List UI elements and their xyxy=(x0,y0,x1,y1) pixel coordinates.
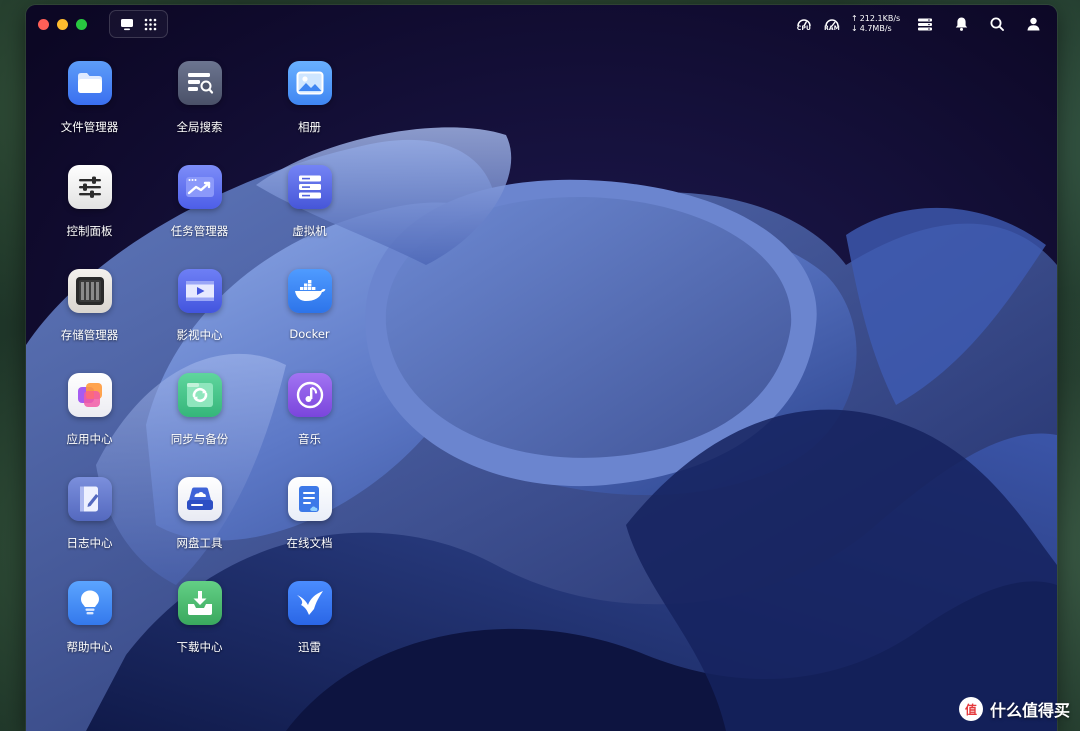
global-search-icon xyxy=(177,61,222,105)
app-cloud-drive[interactable]: 网盘工具 xyxy=(162,477,237,581)
app-label: 虚拟机 xyxy=(292,224,327,238)
app-download-center[interactable]: 下载中心 xyxy=(162,581,237,685)
upload-arrow-icon: ↑ xyxy=(851,14,858,23)
search-icon[interactable] xyxy=(987,14,1007,34)
app-music[interactable]: 音乐 xyxy=(272,373,347,477)
bell-icon[interactable] xyxy=(951,14,971,34)
minimize-button[interactable] xyxy=(57,18,68,30)
download-arrow-icon: ↓ xyxy=(851,24,858,33)
music-note-icon xyxy=(287,373,332,417)
app-task-manager[interactable]: 任务管理器 xyxy=(162,165,237,269)
docker-whale-icon xyxy=(287,269,332,313)
app-sync-backup[interactable]: 同步与备份 xyxy=(162,373,237,477)
app-control-panel[interactable]: 控制面板 xyxy=(52,165,127,269)
app-app-center[interactable]: 应用中心 xyxy=(52,373,127,477)
app-label: 下载中心 xyxy=(176,640,223,654)
app-label: 文件管理器 xyxy=(60,120,119,134)
app-storage-manager[interactable]: 存储管理器 xyxy=(52,269,127,373)
cloud-drive-icon xyxy=(177,477,222,521)
ram-gauge[interactable]: RAM xyxy=(823,17,841,32)
app-photo-album[interactable]: 相册 xyxy=(272,61,347,165)
system-status: CPU RAM ↑ 212.1KB/s ↓ 4.7MB/s xyxy=(795,14,1043,34)
watermark-logo: 值 xyxy=(958,697,983,721)
sync-icon xyxy=(177,373,222,417)
app-label: 日志中心 xyxy=(66,536,113,550)
app-docker[interactable]: Docker xyxy=(272,269,347,373)
app-label: 同步与备份 xyxy=(170,432,229,446)
watermark: 值 什么值得买 xyxy=(958,697,1070,721)
sliders-icon xyxy=(67,165,112,209)
app-global-search[interactable]: 全局搜索 xyxy=(162,61,237,165)
trend-chart-icon xyxy=(177,165,222,209)
server-stack-icon xyxy=(287,165,332,209)
upload-speed: 212.1KB/s xyxy=(859,14,901,23)
app-label: 应用中心 xyxy=(66,432,113,446)
window-controls xyxy=(38,18,87,30)
app-thunder[interactable]: 迅雷 xyxy=(272,581,347,685)
app-virtual-machine[interactable]: 虚拟机 xyxy=(272,165,347,269)
app-label: 控制面板 xyxy=(66,224,113,238)
video-play-icon xyxy=(177,269,222,313)
app-label: 全局搜索 xyxy=(176,120,223,134)
app-grid: 文件管理器 全局搜索 相册 控制面板 任务管理器 虚拟机 存储管理器 影视中心 … xyxy=(52,61,347,685)
top-bar: CPU RAM ↑ 212.1KB/s ↓ 4.7MB/s xyxy=(26,5,1057,43)
network-speed[interactable]: ↑ 212.1KB/s ↓ 4.7MB/s xyxy=(851,14,901,34)
cpu-gauge[interactable]: CPU xyxy=(795,17,813,32)
download-tray-icon xyxy=(177,581,222,625)
app-label: 任务管理器 xyxy=(170,224,229,238)
app-label: 相册 xyxy=(298,120,321,134)
ram-label: RAM xyxy=(824,24,840,32)
app-grid-icon[interactable] xyxy=(144,18,157,31)
zoom-button[interactable] xyxy=(76,18,87,30)
app-online-docs[interactable]: 在线文档 xyxy=(272,477,347,581)
storage-bays-icon xyxy=(67,269,112,313)
photo-album-icon xyxy=(287,61,332,105)
desktop-window: CPU RAM ↑ 212.1KB/s ↓ 4.7MB/s 文件管理器 全局搜索… xyxy=(26,5,1057,731)
user-icon[interactable] xyxy=(1023,14,1043,34)
log-pen-icon xyxy=(67,477,112,521)
app-label: 迅雷 xyxy=(298,640,321,654)
cpu-label: CPU xyxy=(796,24,812,32)
app-label: 在线文档 xyxy=(286,536,333,550)
download-speed: 4.7MB/s xyxy=(859,24,892,33)
lightbulb-icon xyxy=(67,581,112,625)
app-video-center[interactable]: 影视中心 xyxy=(162,269,237,373)
app-label: 存储管理器 xyxy=(60,328,119,342)
watermark-text: 什么值得买 xyxy=(989,701,1070,720)
thunder-bird-icon xyxy=(287,581,332,625)
view-switcher xyxy=(109,10,168,38)
app-label: 音乐 xyxy=(298,432,321,446)
app-help-center[interactable]: 帮助中心 xyxy=(52,581,127,685)
app-log-center[interactable]: 日志中心 xyxy=(52,477,127,581)
app-file-manager[interactable]: 文件管理器 xyxy=(52,61,127,165)
online-doc-icon xyxy=(287,477,332,521)
menu-list-icon[interactable] xyxy=(915,14,935,34)
folder-icon xyxy=(67,61,112,105)
app-label: Docker xyxy=(289,327,330,341)
app-store-icon xyxy=(67,373,112,417)
app-label: 影视中心 xyxy=(176,328,223,342)
app-label: 网盘工具 xyxy=(176,536,223,550)
app-label: 帮助中心 xyxy=(66,640,113,654)
desktop-icon[interactable] xyxy=(120,18,134,31)
close-button[interactable] xyxy=(38,18,49,30)
